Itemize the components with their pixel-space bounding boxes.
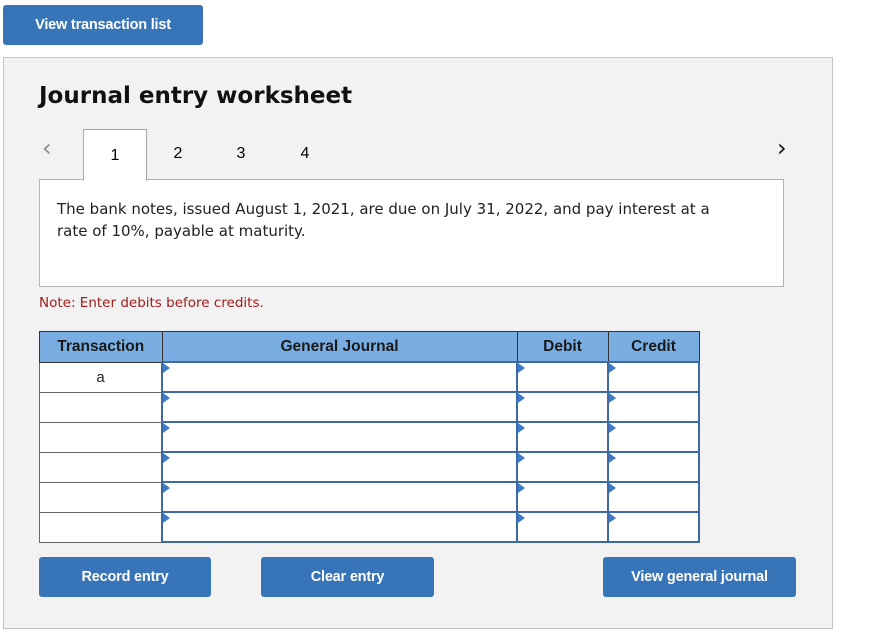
general-journal-cell bbox=[161, 421, 518, 453]
general-journal-cell bbox=[161, 391, 518, 423]
view-general-journal-button[interactable]: View general journal bbox=[603, 557, 796, 597]
table-row bbox=[39, 451, 700, 483]
transaction-description-box: The bank notes, issued August 1, 2021, a… bbox=[39, 179, 784, 287]
table-row: a bbox=[39, 361, 700, 393]
general-journal-input[interactable] bbox=[163, 365, 516, 389]
table-row bbox=[39, 481, 700, 513]
credit-input[interactable] bbox=[609, 365, 698, 389]
debit-input[interactable] bbox=[518, 485, 607, 509]
debit-cell bbox=[516, 511, 609, 543]
table-row bbox=[39, 511, 700, 543]
debit-input[interactable] bbox=[518, 395, 607, 419]
general-journal-cell bbox=[161, 361, 518, 393]
table-row bbox=[39, 391, 700, 423]
transaction-cell bbox=[39, 391, 163, 423]
debit-cell bbox=[516, 481, 609, 513]
tab-1[interactable]: 1 bbox=[83, 129, 147, 181]
transaction-description: The bank notes, issued August 1, 2021, a… bbox=[57, 200, 710, 240]
tab-3[interactable]: 3 bbox=[210, 129, 272, 179]
credit-cell bbox=[607, 421, 700, 453]
transaction-cell bbox=[39, 421, 163, 453]
page-title: Journal entry worksheet bbox=[39, 83, 353, 109]
credit-input[interactable] bbox=[609, 515, 698, 539]
debit-cell bbox=[516, 361, 609, 393]
tab-4[interactable]: 4 bbox=[274, 129, 336, 179]
general-journal-input[interactable] bbox=[163, 485, 516, 509]
debit-input[interactable] bbox=[518, 425, 607, 449]
journal-entry-worksheet-panel: Journal entry worksheet ‹ 1 2 3 4 › The … bbox=[3, 57, 833, 629]
journal-table: Transaction General Journal Debit Credit… bbox=[39, 331, 700, 543]
transaction-cell: a bbox=[39, 361, 163, 393]
chevron-right-icon[interactable]: › bbox=[777, 134, 787, 162]
debit-cell bbox=[516, 421, 609, 453]
credit-cell bbox=[607, 481, 700, 513]
record-entry-button[interactable]: Record entry bbox=[39, 557, 211, 597]
credit-cell bbox=[607, 511, 700, 543]
transaction-cell bbox=[39, 511, 163, 543]
general-journal-cell bbox=[161, 511, 518, 543]
credit-input[interactable] bbox=[609, 395, 698, 419]
general-journal-input[interactable] bbox=[163, 395, 516, 419]
table-header-row: Transaction General Journal Debit Credit bbox=[39, 331, 700, 363]
debit-input[interactable] bbox=[518, 515, 607, 539]
entry-note: Note: Enter debits before credits. bbox=[39, 295, 264, 311]
transaction-cell bbox=[39, 451, 163, 483]
header-general-journal: General Journal bbox=[161, 331, 518, 363]
general-journal-cell bbox=[161, 481, 518, 513]
general-journal-cell bbox=[161, 451, 518, 483]
credit-input[interactable] bbox=[609, 485, 698, 509]
credit-input[interactable] bbox=[609, 425, 698, 449]
debit-input[interactable] bbox=[518, 365, 607, 389]
header-debit: Debit bbox=[516, 331, 609, 363]
general-journal-input[interactable] bbox=[163, 455, 516, 479]
clear-entry-button[interactable]: Clear entry bbox=[261, 557, 434, 597]
general-journal-input[interactable] bbox=[163, 425, 516, 449]
table-row bbox=[39, 421, 700, 453]
credit-input[interactable] bbox=[609, 455, 698, 479]
header-credit: Credit bbox=[607, 331, 700, 363]
credit-cell bbox=[607, 391, 700, 423]
credit-cell bbox=[607, 361, 700, 393]
general-journal-input[interactable] bbox=[163, 515, 516, 539]
debit-input[interactable] bbox=[518, 455, 607, 479]
credit-cell bbox=[607, 451, 700, 483]
chevron-left-icon[interactable]: ‹ bbox=[42, 134, 52, 162]
tab-2[interactable]: 2 bbox=[147, 129, 209, 179]
debit-cell bbox=[516, 451, 609, 483]
header-transaction: Transaction bbox=[39, 331, 163, 363]
debit-cell bbox=[516, 391, 609, 423]
transaction-cell bbox=[39, 481, 163, 513]
view-transaction-list-button[interactable]: View transaction list bbox=[3, 5, 203, 45]
